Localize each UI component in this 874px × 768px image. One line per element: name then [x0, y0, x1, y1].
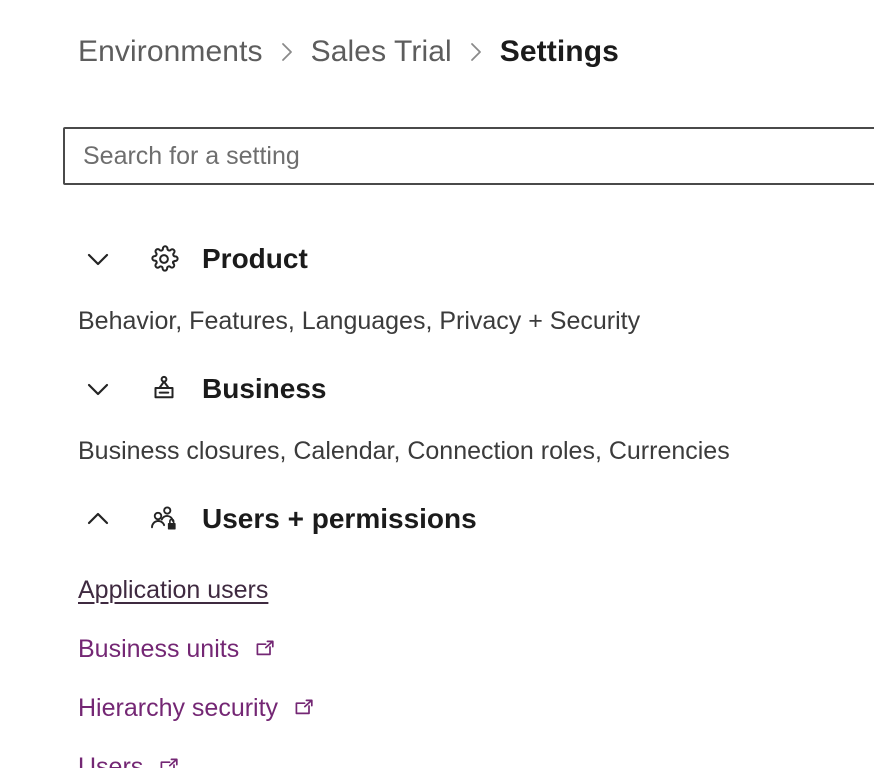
settings-group-product: Product Behavior, Features, Languages, P…: [0, 232, 874, 338]
link-label: Application users: [78, 576, 269, 604]
settings-group-business: Business Business closures, Calendar, Co…: [0, 362, 874, 468]
open-in-new-window-icon: [252, 637, 276, 661]
group-title-business: Business: [202, 373, 327, 404]
group-title-users-permissions: Users + permissions: [202, 503, 477, 534]
briefcase-icon: [144, 369, 184, 409]
chevron-down-icon[interactable]: [78, 239, 118, 279]
settings-group-users-permissions: Users + permissions Application users Bu…: [0, 492, 874, 768]
open-in-new-window-icon: [156, 755, 180, 768]
settings-groups: Product Behavior, Features, Languages, P…: [0, 232, 874, 768]
chevron-up-icon[interactable]: [78, 499, 118, 539]
group-header-product[interactable]: Product: [0, 232, 874, 286]
link-business-units[interactable]: Business units: [78, 627, 276, 671]
users-permissions-links: Application users Business units Hierarc…: [0, 568, 874, 768]
group-description-business: Business closures, Calendar, Connection …: [78, 437, 730, 465]
chevron-down-icon[interactable]: [78, 369, 118, 409]
group-title-product: Product: [202, 243, 308, 274]
breadcrumb-item-sales-trial[interactable]: Sales Trial: [311, 32, 452, 72]
search-box: [63, 127, 874, 185]
open-in-new-window-icon: [291, 696, 315, 720]
breadcrumb-item-settings: Settings: [499, 35, 619, 68]
breadcrumb: Environments Sales Trial Settings: [78, 30, 619, 74]
link-label: Business units: [78, 635, 240, 663]
chevron-right-icon: [277, 37, 297, 67]
link-application-users[interactable]: Application users: [78, 568, 268, 612]
link-hierarchy-security[interactable]: Hierarchy security: [78, 686, 315, 730]
search-input[interactable]: [63, 127, 874, 185]
group-header-users-permissions[interactable]: Users + permissions: [0, 492, 874, 546]
users-lock-icon: [144, 499, 184, 539]
link-users[interactable]: Users: [78, 745, 180, 768]
settings-page: Environments Sales Trial Settings Search…: [0, 0, 874, 768]
gear-icon: [144, 239, 184, 279]
chevron-right-icon-2: [466, 37, 486, 67]
link-label: Hierarchy security: [78, 694, 279, 722]
group-description-product: Behavior, Features, Languages, Privacy +…: [78, 307, 641, 335]
breadcrumb-item-environments[interactable]: Environments: [78, 32, 263, 72]
link-label: Users: [78, 753, 144, 768]
group-header-business[interactable]: Business: [0, 362, 874, 416]
